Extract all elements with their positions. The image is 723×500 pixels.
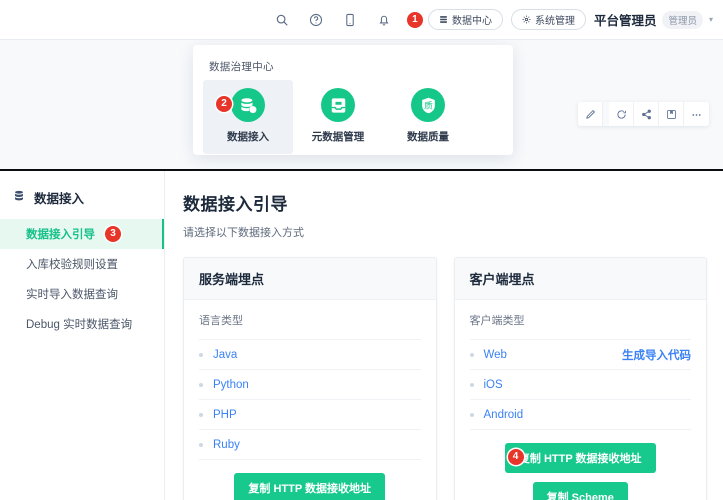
bell-icon[interactable] xyxy=(371,7,397,33)
list-item[interactable]: iOS xyxy=(469,370,691,400)
step-badge-4: 4 xyxy=(507,449,524,465)
help-icon[interactable] xyxy=(303,7,329,33)
sidebar-item-label: 入库校验规则设置 xyxy=(26,259,118,271)
mega-item-data-quality[interactable]: 质 数据质量 xyxy=(383,80,473,154)
card-title: 服务端埋点 xyxy=(184,258,436,300)
page-subtitle: 请选择以下数据接入方式 xyxy=(183,227,304,239)
metadata-inbox-icon xyxy=(321,88,355,122)
bullet-icon xyxy=(469,412,474,417)
copy-http-endpoint-button-client[interactable]: 复制 HTTP 数据接收地址 xyxy=(504,443,656,473)
card-container: 服务端埋点 语言类型 Java Python PHP Ruby 复制 HTTP … xyxy=(183,257,707,500)
language-link-ruby[interactable]: Ruby xyxy=(213,439,240,451)
client-side-tracking-card: 客户端埋点 客户端类型 Web 生成导入代码 iOS Android 4 复制 … xyxy=(453,257,707,500)
share-icon[interactable] xyxy=(634,102,659,126)
mega-item-label: 数据接入 xyxy=(227,131,269,143)
list-item[interactable]: Ruby xyxy=(199,430,421,460)
data-center-pill-button[interactable]: 数据中心 xyxy=(427,9,503,30)
user-name: 平台管理员 xyxy=(593,14,657,28)
top-navigation-bar: 1 数据中心 系统管理 平台管理员 管理员 ▾ xyxy=(0,0,723,40)
gear-icon xyxy=(522,15,531,24)
card-title: 客户端埋点 xyxy=(454,258,706,300)
button-stack: 复制 HTTP 数据接收地址 复制 Scheme xyxy=(470,443,692,500)
copy-scheme-button[interactable]: 复制 Scheme xyxy=(532,482,628,500)
sidebar-item-label: Debug 实时数据查询 xyxy=(26,319,133,331)
refresh-icon[interactable] xyxy=(609,102,634,126)
bullet-icon xyxy=(199,412,203,417)
sidebar-header-label: 数据接入 xyxy=(34,192,85,206)
list-item[interactable]: Java xyxy=(199,340,421,370)
card-body: 语言类型 Java Python PHP Ruby 复制 HTTP 数据接收地址 xyxy=(184,300,436,500)
sidebar-item-validation-rules[interactable]: 入库校验规则设置 xyxy=(0,249,164,279)
page-title: 数据接入引导 xyxy=(183,195,288,214)
step-badge-3: 3 xyxy=(105,226,121,242)
sidebar-item-realtime-import-query[interactable]: 实时导入数据查询 xyxy=(0,279,164,309)
database-stack-icon xyxy=(439,15,448,24)
mega-item-label: 数据质量 xyxy=(407,131,449,143)
document-toolbar xyxy=(578,102,709,126)
chevron-down-icon[interactable]: ▾ xyxy=(709,15,713,24)
bullet-icon xyxy=(469,352,474,357)
search-icon[interactable] xyxy=(269,7,295,33)
database-icon xyxy=(13,190,25,205)
card-body: 客户端类型 Web 生成导入代码 iOS Android 4 复制 HTTP 数… xyxy=(455,300,707,500)
sidebar-item-debug-realtime-query[interactable]: Debug 实时数据查询 xyxy=(0,309,164,339)
list-item[interactable]: PHP xyxy=(199,400,421,430)
mobile-icon[interactable] xyxy=(337,7,363,33)
sidebar-item-label: 数据接入引导 xyxy=(26,229,95,241)
list-label: 语言类型 xyxy=(199,300,421,340)
client-link-ios[interactable]: iOS xyxy=(484,379,503,391)
card-actions: 4 复制 HTTP 数据接收地址 复制 Scheme xyxy=(470,430,692,500)
mega-item-label: 元数据管理 xyxy=(311,131,365,143)
client-link-web[interactable]: Web xyxy=(484,349,507,361)
list-item[interactable]: Web 生成导入代码 xyxy=(469,340,691,370)
mega-panel-title: 数据治理中心 xyxy=(209,61,274,73)
user-role-badge: 管理员 xyxy=(662,10,703,29)
bullet-icon xyxy=(469,382,474,387)
language-link-python[interactable]: Python xyxy=(213,379,249,391)
list-item[interactable]: Android xyxy=(469,400,691,430)
main-content: 数据接入引导 请选择以下数据接入方式 服务端埋点 语言类型 Java Pytho… xyxy=(165,171,723,500)
step-badge-2: 2 xyxy=(216,96,232,112)
system-manage-pill-label: 系统管理 xyxy=(534,16,575,27)
sidebar-item-data-ingest-guide[interactable]: 数据接入引导 3 xyxy=(0,219,164,249)
mega-panel-items: 2 数据接入 元数据管理 质 数据质量 xyxy=(193,80,513,154)
bookmark-icon[interactable] xyxy=(659,102,684,126)
edit-pencil-icon[interactable] xyxy=(578,102,603,126)
copy-http-endpoint-button-server[interactable]: 复制 HTTP 数据接收地址 xyxy=(234,473,386,500)
language-link-java[interactable]: Java xyxy=(213,349,237,361)
bullet-icon xyxy=(199,442,203,447)
app-root: 1 数据中心 系统管理 平台管理员 管理员 ▾ 数据治理中心 2 数据接入 元数… xyxy=(0,0,723,500)
quality-shield-icon: 质 xyxy=(411,88,445,122)
sidebar-menu: 数据接入引导 3 入库校验规则设置 实时导入数据查询 Debug 实时数据查询 xyxy=(0,219,164,339)
step-badge-1: 1 xyxy=(406,11,423,28)
generate-import-code-link[interactable]: 生成导入代码 xyxy=(622,347,691,363)
left-sidebar: 数据接入 数据接入引导 3 入库校验规则设置 实时导入数据查询 Debug 实时… xyxy=(0,171,165,500)
card-actions: 复制 HTTP 数据接收地址 xyxy=(199,460,421,500)
server-side-tracking-card: 服务端埋点 语言类型 Java Python PHP Ruby 复制 HTTP … xyxy=(183,257,437,500)
system-manage-pill-button[interactable]: 系统管理 xyxy=(510,9,586,30)
data-center-pill-label: 数据中心 xyxy=(451,16,492,27)
bullet-icon xyxy=(199,382,203,387)
more-icon[interactable] xyxy=(684,102,709,126)
mega-item-metadata-manage[interactable]: 元数据管理 xyxy=(293,80,383,154)
bullet-icon xyxy=(199,352,203,357)
client-link-android[interactable]: Android xyxy=(484,409,524,421)
svg-text:质: 质 xyxy=(424,99,433,111)
list-item[interactable]: Python xyxy=(199,370,421,400)
list-label: 客户端类型 xyxy=(469,300,691,340)
database-import-icon xyxy=(231,88,265,122)
data-governance-dropdown-panel: 数据治理中心 2 数据接入 元数据管理 质 数据质量 xyxy=(193,45,513,155)
mega-item-data-ingest[interactable]: 2 数据接入 xyxy=(203,80,293,154)
mega-panel-backdrop: 数据治理中心 2 数据接入 元数据管理 质 数据质量 xyxy=(0,40,723,170)
sidebar-item-label: 实时导入数据查询 xyxy=(26,289,118,301)
language-link-php[interactable]: PHP xyxy=(213,409,237,421)
sidebar-header: 数据接入 xyxy=(0,171,164,207)
